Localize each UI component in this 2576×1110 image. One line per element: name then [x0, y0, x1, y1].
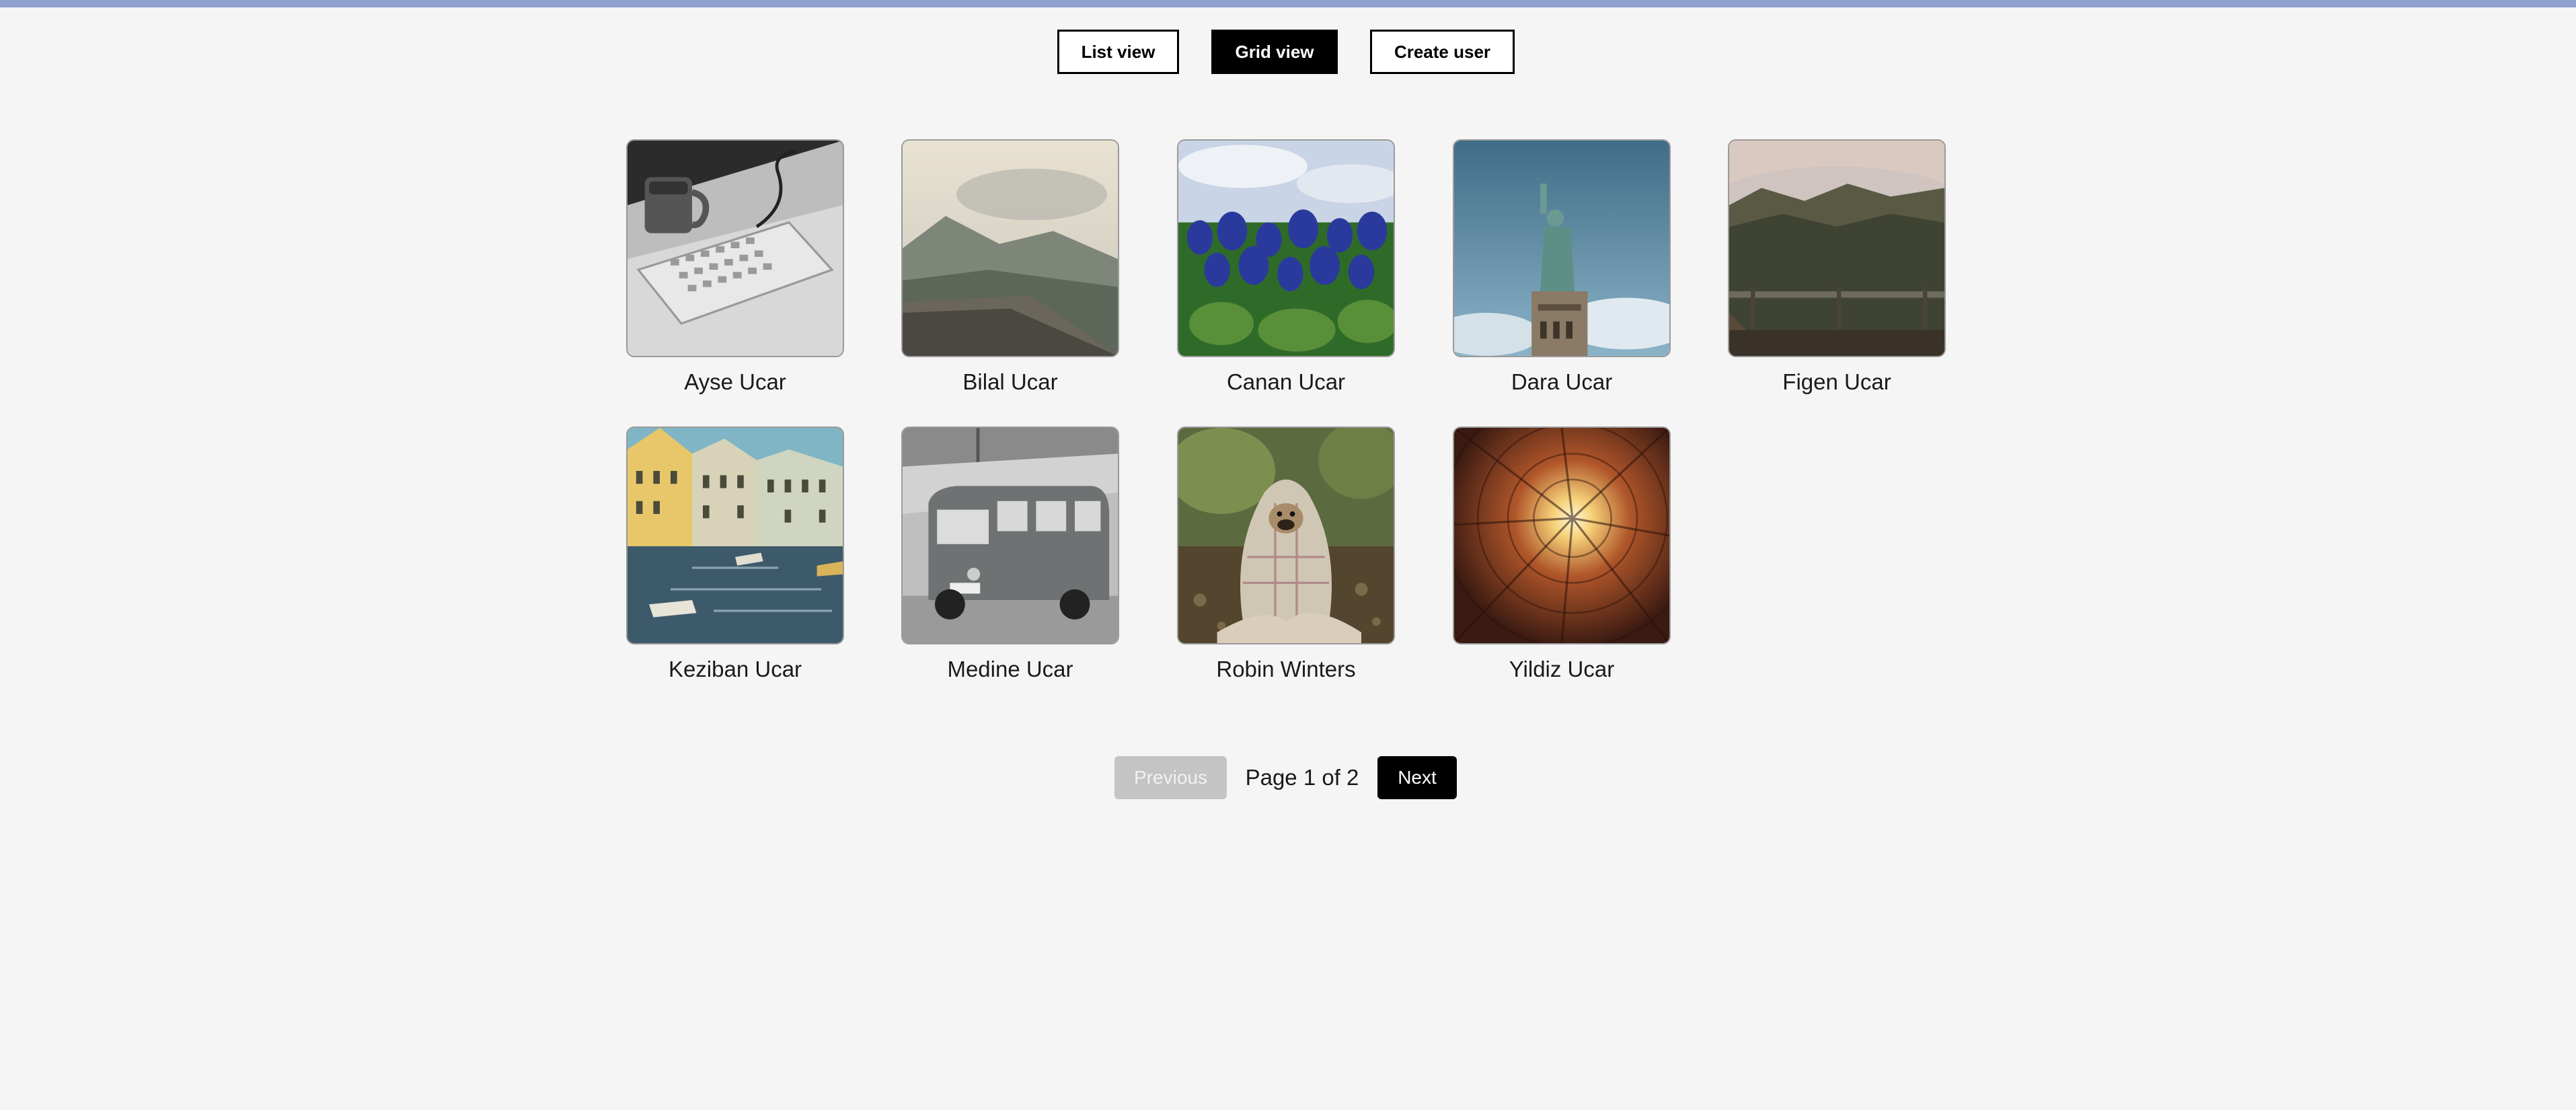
user-name: Figen Ucar: [1782, 369, 1891, 394]
user-photo[interactable]: [1453, 427, 1671, 644]
user-photo[interactable]: [901, 139, 1119, 357]
user-name: Ayse Ucar: [684, 369, 786, 394]
next-page-button[interactable]: Next: [1377, 756, 1457, 799]
user-name: Dara Ucar: [1511, 369, 1613, 394]
user-photo[interactable]: [1728, 139, 1946, 357]
grid-view-button[interactable]: Grid view: [1211, 30, 1338, 74]
user-photo[interactable]: [626, 139, 844, 357]
user-name: Yildiz Ucar: [1509, 657, 1615, 681]
user-photo[interactable]: [901, 427, 1119, 644]
user-name: Keziban Ucar: [668, 657, 802, 681]
user-photo[interactable]: [1177, 139, 1395, 357]
user-name: Robin Winters: [1216, 657, 1356, 681]
list-view-button[interactable]: List view: [1057, 30, 1179, 74]
user-photo[interactable]: [1177, 427, 1395, 644]
view-toolbar: List view Grid view Create user: [0, 30, 2576, 74]
user-photo[interactable]: [626, 427, 844, 644]
pagination: Previous Page 1 of 2 Next: [0, 756, 2576, 799]
user-name: Canan Ucar: [1226, 369, 1346, 394]
user-name: Bilal Ucar: [962, 369, 1058, 394]
user-photo[interactable]: [1453, 139, 1671, 357]
user-name: Medine Ucar: [947, 657, 1073, 681]
previous-page-button[interactable]: Previous: [1114, 756, 1227, 799]
top-accent-bar: [0, 0, 2576, 7]
page-indicator: Page 1 of 2: [1245, 765, 1359, 790]
create-user-button[interactable]: Create user: [1370, 30, 1515, 74]
